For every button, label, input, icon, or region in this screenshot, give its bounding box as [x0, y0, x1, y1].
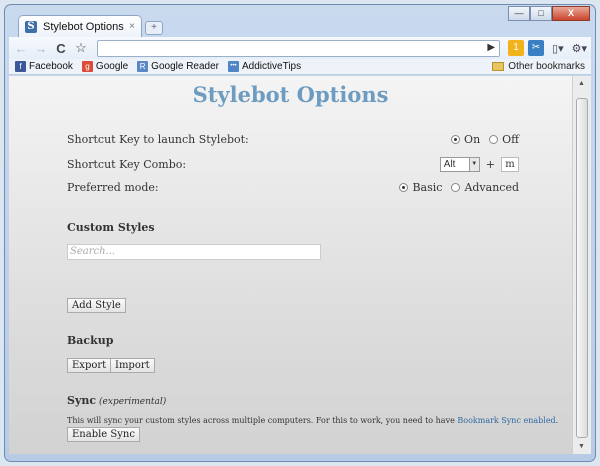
- bookmark-google-reader[interactable]: R Google Reader: [137, 61, 219, 72]
- custom-styles-heading: Custom Styles: [67, 221, 155, 234]
- sync-experimental-label: (experimental): [99, 397, 167, 407]
- reload-icon[interactable]: C: [53, 41, 69, 56]
- sync-heading: Sync (experimental): [67, 394, 166, 407]
- stylebot-extension-icon[interactable]: ✂: [528, 40, 545, 56]
- scroll-up-icon[interactable]: ▲: [578, 80, 585, 87]
- tab-title: Stylebot Options: [43, 20, 124, 33]
- page-menu-icon[interactable]: ▯▾: [552, 42, 564, 55]
- sync-title: Sync: [67, 394, 97, 407]
- scroll-down-icon[interactable]: ▼: [578, 443, 585, 450]
- facebook-icon: f: [15, 61, 26, 72]
- google-reader-icon: R: [137, 61, 149, 72]
- other-bookmarks[interactable]: Other bookmarks: [492, 61, 585, 72]
- sync-text-end: .: [555, 416, 559, 425]
- page-title: Stylebot Options: [192, 82, 389, 107]
- shortcut-key-label: Shortcut Key to launch Stylebot:: [67, 133, 249, 146]
- forward-arrow-icon[interactable]: →: [33, 41, 49, 56]
- preferred-mode-row: Preferred mode: Basic Advanced: [67, 181, 519, 194]
- shortcut-off-radio[interactable]: [489, 135, 499, 144]
- bookmark-label: Google Reader: [151, 61, 219, 72]
- tab-stylebot-options[interactable]: S Stylebot Options ×: [18, 15, 142, 37]
- bookmark-sync-link[interactable]: Bookmark Sync enabled: [457, 416, 555, 425]
- sync-text: This will sync your custom styles across…: [67, 416, 458, 425]
- advanced-label: Advanced: [464, 181, 519, 194]
- backup-heading: Backup: [67, 334, 114, 347]
- bookmark-addictivetips[interactable]: ••• AddictiveTips: [228, 61, 301, 72]
- enable-sync-button[interactable]: Enable Sync: [67, 427, 140, 442]
- new-tab-button[interactable]: +: [145, 21, 163, 35]
- browser-toolbar: ← → C ☆ ▶ 1 ✂ ▯▾ ⚙▾: [9, 37, 591, 59]
- bookmark-label: Facebook: [29, 61, 73, 72]
- extension-badge-icon[interactable]: 1: [508, 40, 525, 56]
- modifier-select[interactable]: Alt ▼: [439, 157, 480, 172]
- import-button[interactable]: Import: [110, 358, 155, 373]
- bookmark-label: AddictiveTips: [242, 61, 302, 72]
- off-label: Off: [502, 133, 519, 146]
- advanced-mode-radio[interactable]: [451, 183, 461, 192]
- on-label: On: [464, 133, 481, 146]
- export-button[interactable]: Export: [67, 358, 112, 373]
- bookmark-google[interactable]: g Google: [81, 61, 129, 72]
- tab-close-icon[interactable]: ×: [129, 21, 135, 32]
- minimize-button[interactable]: —: [508, 6, 530, 21]
- star-icon[interactable]: ☆: [73, 40, 89, 56]
- shortcut-on-radio[interactable]: [451, 135, 461, 144]
- basic-label: Basic: [412, 181, 443, 194]
- shortcut-combo-row: Shortcut Key Combo: Alt ▼ + m: [67, 157, 519, 172]
- address-bar[interactable]: ▶: [97, 39, 501, 57]
- bookmark-facebook[interactable]: f Facebook: [15, 61, 73, 72]
- bookmark-label: Google: [95, 61, 129, 72]
- other-bookmarks-label: Other bookmarks: [508, 61, 585, 72]
- add-style-button[interactable]: Add Style: [67, 298, 126, 313]
- plus-sign: +: [485, 158, 495, 171]
- addictivetips-icon: •••: [228, 61, 239, 72]
- back-arrow-icon[interactable]: ←: [13, 41, 29, 56]
- google-icon: g: [81, 61, 93, 72]
- window-controls: — □ X: [508, 6, 590, 21]
- options-page: Stylebot Options Shortcut Key to launch …: [9, 76, 572, 454]
- vertical-scrollbar[interactable]: ▲ ▼: [572, 76, 591, 454]
- sync-description: This will sync your custom styles across…: [67, 416, 558, 425]
- chevron-down-icon: ▼: [468, 158, 479, 171]
- basic-mode-radio[interactable]: [399, 183, 409, 192]
- close-window-button[interactable]: X: [552, 6, 590, 21]
- wrench-icon[interactable]: ⚙▾: [572, 42, 587, 55]
- folder-icon: [492, 62, 505, 71]
- shortcut-key-row: Shortcut Key to launch Stylebot: On Off: [67, 133, 519, 146]
- go-arrow-icon[interactable]: ▶: [487, 42, 495, 53]
- search-input[interactable]: Search...: [67, 244, 321, 260]
- scrollbar-thumb[interactable]: [576, 98, 588, 438]
- modifier-value: Alt: [443, 159, 456, 170]
- stylebot-favicon-icon: S: [25, 20, 37, 33]
- maximize-button[interactable]: □: [530, 6, 552, 21]
- shortcut-combo-label: Shortcut Key Combo:: [67, 158, 187, 171]
- shortcut-key-input[interactable]: m: [501, 157, 519, 172]
- bookmarks-bar: f Facebook g Google R Google Reader ••• …: [9, 59, 591, 75]
- preferred-mode-label: Preferred mode:: [67, 181, 159, 194]
